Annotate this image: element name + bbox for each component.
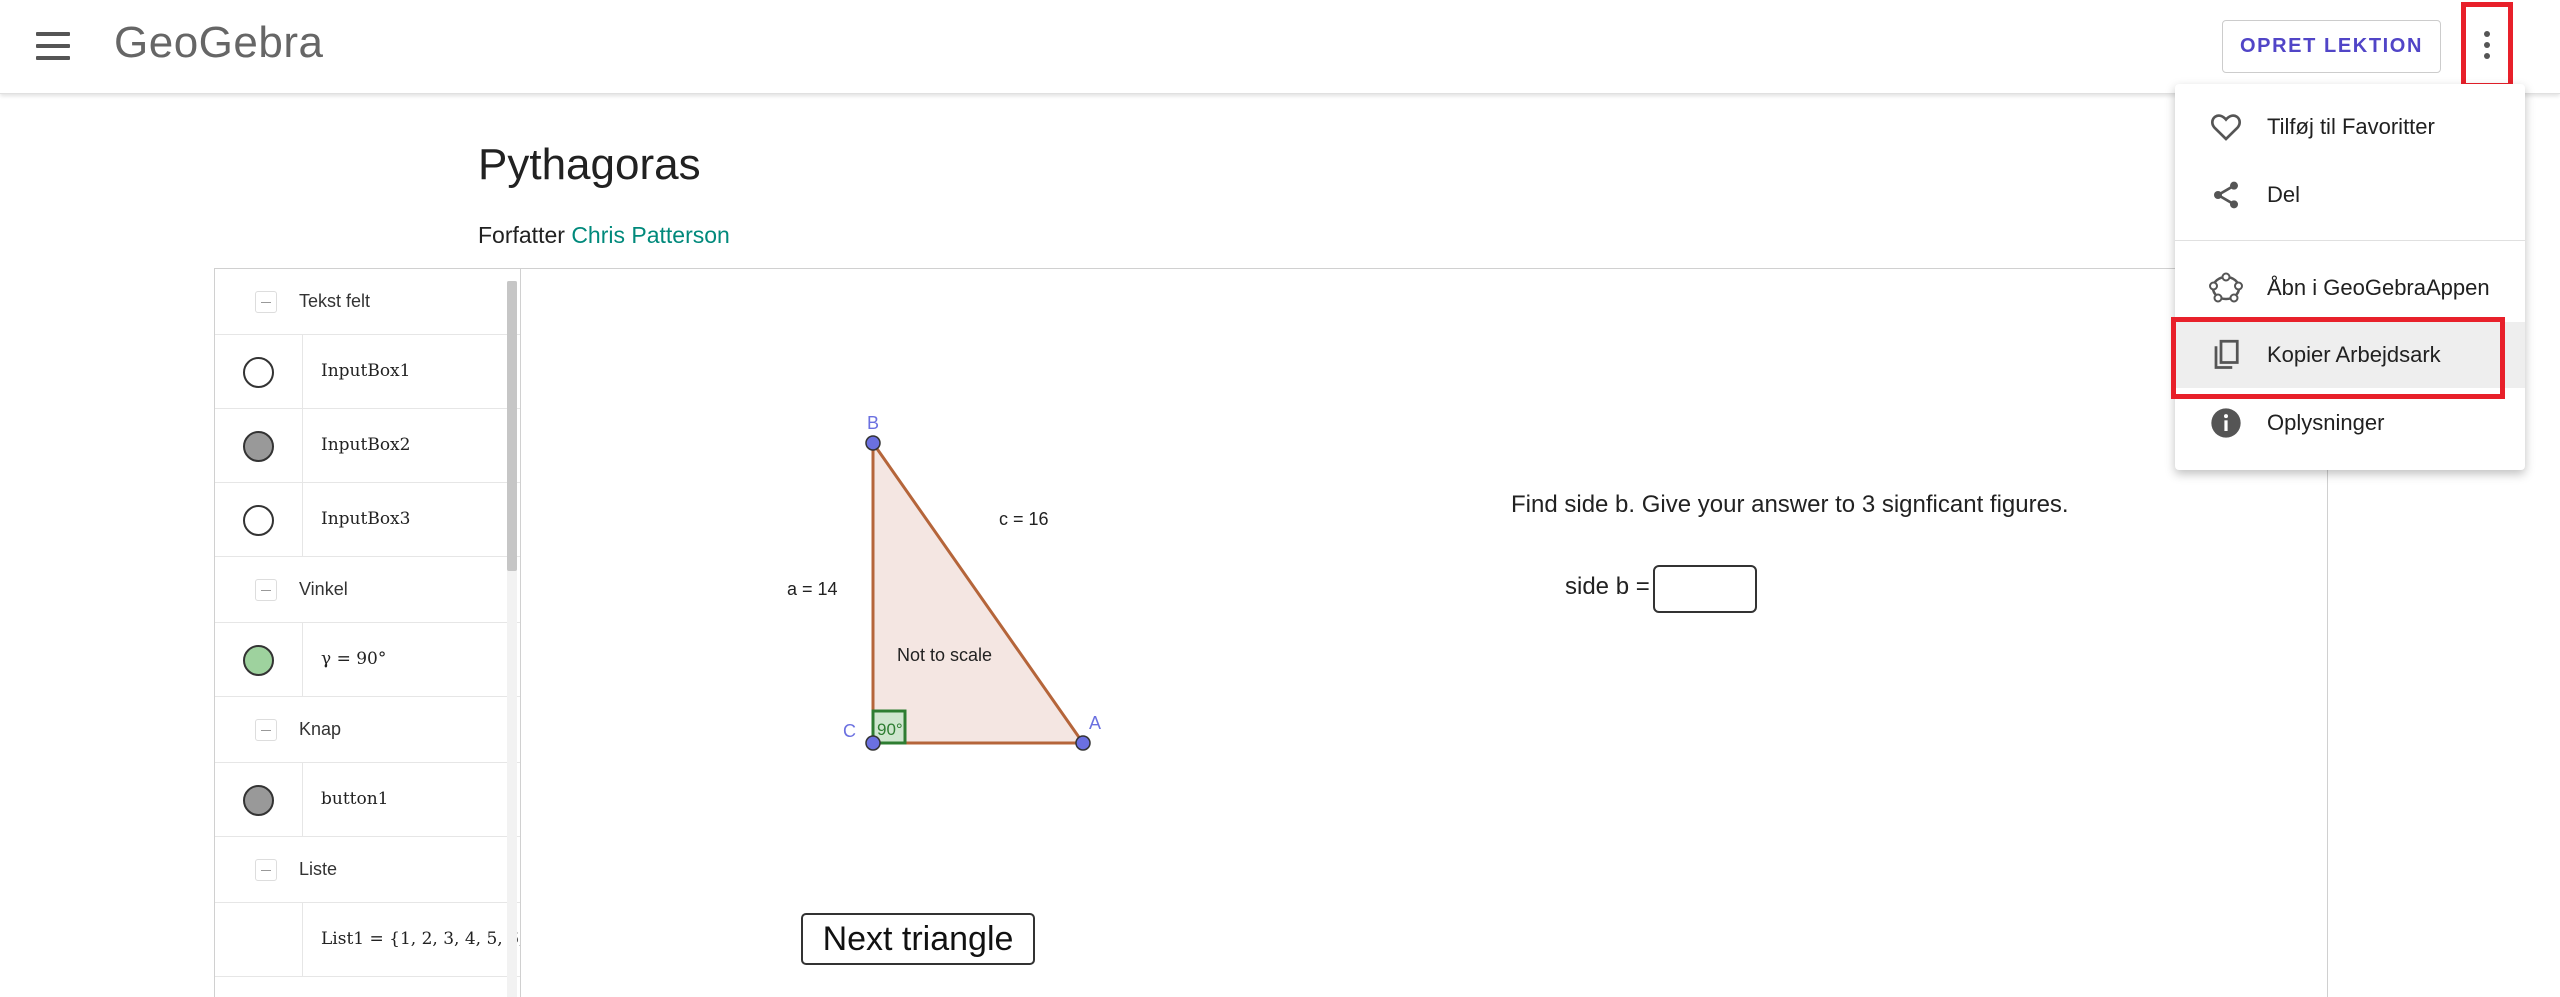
author-label: Forfatter xyxy=(478,222,565,248)
algebra-section: Liste xyxy=(215,837,520,903)
point-B[interactable] xyxy=(865,435,881,451)
algebra-row[interactable]: InputBox2 xyxy=(215,409,520,483)
heart-icon xyxy=(2209,110,2243,144)
label-C: C xyxy=(843,721,856,741)
algebra-row-label: InputBox1 xyxy=(321,361,411,381)
menu-label-share: Del xyxy=(2267,182,2301,207)
triangle[interactable] xyxy=(871,438,1086,745)
geogebra-applet: Tekst felt InputBox1 InputBox2 InputBox3 Vin… xyxy=(214,268,2328,997)
algebra-row-label: γ = 90° xyxy=(321,649,387,669)
section-label: Knap xyxy=(299,719,342,739)
marker-cell xyxy=(215,763,303,836)
side-b-label: side b = xyxy=(1565,573,1650,600)
scrollbar-thumb[interactable] xyxy=(507,281,517,571)
algebra-view: Tekst felt InputBox1 InputBox2 InputBox3 Vin… xyxy=(215,269,521,997)
visibility-toggle[interactable] xyxy=(243,645,274,676)
menu-label-favorite: Tilføj til Favoritter xyxy=(2267,114,2435,139)
copy-icon xyxy=(2209,338,2243,372)
algebra-row[interactable]: InputBox3 xyxy=(215,483,520,557)
marker-cell xyxy=(215,409,303,482)
author-line: Forfatter Chris Patterson xyxy=(478,222,730,249)
visibility-toggle[interactable] xyxy=(243,431,274,462)
algebra-section: Vinkel xyxy=(215,557,520,623)
marker-cell xyxy=(215,335,303,408)
collapse-icon[interactable] xyxy=(255,290,277,313)
not-to-scale-label: Not to scale xyxy=(897,645,992,665)
algebra-row-label: InputBox2 xyxy=(321,435,411,455)
algebra-list: Tekst felt InputBox1 InputBox2 InputBox3 Vin… xyxy=(215,269,520,977)
page-title: Pythagoras xyxy=(478,140,701,189)
menu-item-share[interactable]: Del xyxy=(2175,162,2525,228)
menu-divider xyxy=(2175,240,2525,241)
menu-label-info: Oplysninger xyxy=(2267,410,2385,435)
visibility-toggle[interactable] xyxy=(243,505,274,536)
algebra-scrollbar[interactable] xyxy=(507,281,517,997)
visibility-toggle[interactable] xyxy=(243,357,274,388)
marker-cell xyxy=(215,903,303,976)
algebra-section: Knap xyxy=(215,697,520,763)
visibility-toggle[interactable] xyxy=(243,785,274,816)
more-options-icon[interactable] xyxy=(2461,2,2513,88)
algebra-row-label: button1 xyxy=(321,789,389,809)
algebra-row[interactable]: List1 = {1, 2, 3, 4, 5, 6, xyxy=(215,903,520,977)
menu-label-open-app: Åbn i GeoGebraAppen xyxy=(2267,275,2490,300)
menu-item-copy-worksheet[interactable]: Kopier Arbejdsark xyxy=(2175,322,2525,388)
point-A[interactable] xyxy=(1075,735,1091,751)
menu-item-info[interactable]: Oplysninger xyxy=(2175,390,2525,456)
geogebra-icon xyxy=(2209,271,2243,305)
graphics-view[interactable]: B A C a = 14 c = 16 Not to scale 90° Fin… xyxy=(537,269,2327,997)
collapse-icon[interactable] xyxy=(255,858,277,881)
angle-label: 90° xyxy=(877,720,903,739)
next-triangle-button[interactable]: Next triangle xyxy=(801,913,1035,965)
info-icon xyxy=(2209,406,2243,440)
algebra-row-label: InputBox3 xyxy=(321,509,411,529)
geogebra-logo[interactable]: GeoGebra xyxy=(114,18,323,68)
algebra-row[interactable]: InputBox1 xyxy=(215,335,520,409)
label-side-c: c = 16 xyxy=(999,509,1049,529)
share-icon xyxy=(2209,178,2243,212)
algebra-row[interactable]: button1 xyxy=(215,763,520,837)
more-options-menu: Tilføj til Favoritter Del Åbn i GeoGebra… xyxy=(2175,84,2525,470)
marker-cell xyxy=(215,483,303,556)
label-A: A xyxy=(1089,713,1101,733)
section-label: Vinkel xyxy=(299,579,348,599)
section-label: Liste xyxy=(299,859,338,879)
author-link[interactable]: Chris Patterson xyxy=(571,222,730,248)
menu-item-favorite[interactable]: Tilføj til Favoritter xyxy=(2175,94,2525,160)
menu-item-open-app[interactable]: Åbn i GeoGebraAppen xyxy=(2175,255,2525,321)
section-label: Tekst felt xyxy=(299,291,371,311)
menu-icon[interactable] xyxy=(36,32,70,60)
label-B: B xyxy=(867,413,879,433)
algebra-row[interactable]: γ = 90° xyxy=(215,623,520,697)
menu-label-copy-worksheet: Kopier Arbejdsark xyxy=(2267,342,2441,367)
algebra-row-label: List1 = {1, 2, 3, 4, 5, 6, xyxy=(321,929,521,949)
collapse-icon[interactable] xyxy=(255,578,277,601)
create-lesson-button[interactable]: OPRET LEKTION xyxy=(2222,20,2441,73)
triangle-drawing: B A C a = 14 c = 16 Not to scale 90° xyxy=(787,413,1101,751)
label-side-a: a = 14 xyxy=(787,579,838,599)
algebra-section: Tekst felt xyxy=(215,269,520,335)
side-b-input[interactable] xyxy=(1653,565,1757,613)
top-bar: GeoGebra OPRET LEKTION xyxy=(0,0,2560,94)
collapse-icon[interactable] xyxy=(255,718,277,741)
marker-cell xyxy=(215,623,303,696)
question-text: Find side b. Give your answer to 3 signf… xyxy=(1511,491,2069,518)
